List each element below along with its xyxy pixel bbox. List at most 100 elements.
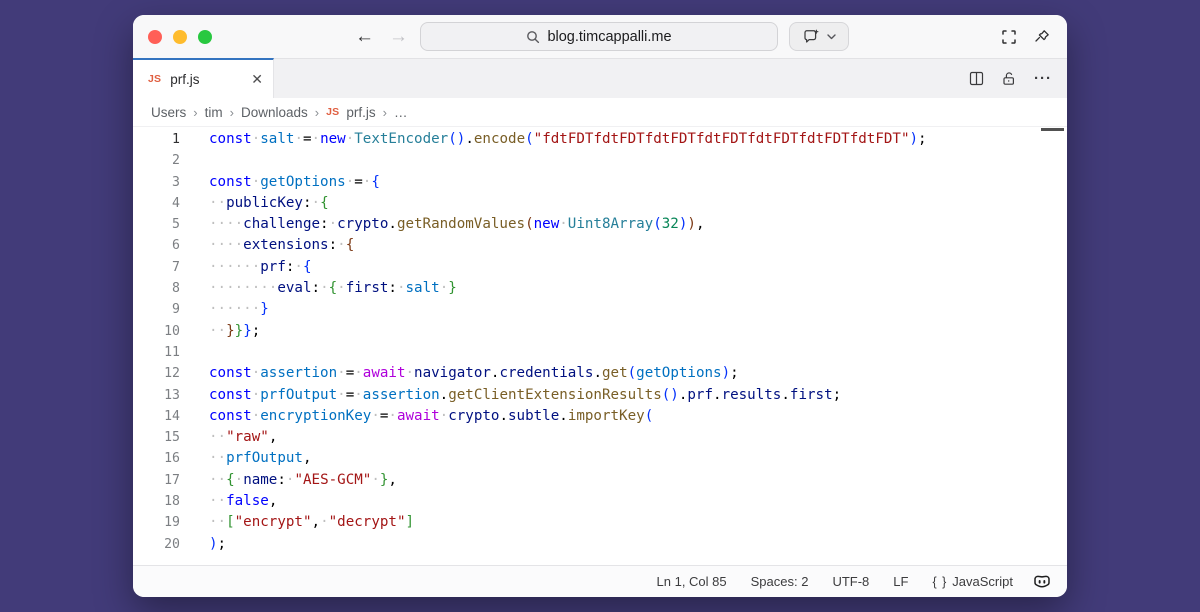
line-number[interactable]: 6 — [133, 235, 180, 256]
code-line[interactable]: 8 ········eval:·{·first:·salt·} — [133, 278, 1067, 299]
breadcrumb-item[interactable]: Downloads — [241, 105, 308, 120]
title-bar: ← → blog.timcappalli.me — [133, 15, 1067, 58]
line-number[interactable]: 14 — [133, 406, 180, 427]
code-text: ······} — [209, 299, 269, 320]
close-window-button[interactable] — [148, 30, 162, 44]
code-text: ····challenge:·crypto.getRandomValues(ne… — [209, 214, 704, 235]
code-line[interactable]: 18 ··false, — [133, 491, 1067, 512]
minimize-window-button[interactable] — [173, 30, 187, 44]
line-number[interactable]: 16 — [133, 448, 180, 469]
status-item[interactable]: Ln 1, Col 85 — [657, 574, 727, 589]
line-number[interactable]: 13 — [133, 385, 180, 406]
breadcrumb-item[interactable]: … — [394, 105, 408, 120]
code-line[interactable]: 6····extensions:·{ — [133, 235, 1067, 256]
status-item[interactable]: LF — [893, 574, 908, 589]
line-number[interactable]: 3 — [133, 172, 180, 193]
breadcrumb: Users›tim›Downloads›JSprf.js›… — [133, 98, 1067, 126]
line-number[interactable]: 20 — [133, 534, 180, 555]
status-item[interactable]: Spaces: 2 — [751, 574, 809, 589]
status-item[interactable]: UTF-8 — [832, 574, 869, 589]
code-line[interactable]: 15 ··"raw", — [133, 427, 1067, 448]
code-line[interactable]: 5 ····challenge:·crypto.getRandomValues(n… — [133, 214, 1067, 235]
code-line[interactable]: 12 const·assertion·=·await·navigator.cred… — [133, 363, 1067, 384]
tab-prf-js[interactable]: JS prf.js ✕ — [133, 58, 274, 98]
line-number[interactable]: 9 — [133, 299, 180, 320]
code-text: ········eval:·{·first:·salt·} — [209, 278, 457, 299]
line-number[interactable]: 19 — [133, 512, 180, 533]
back-icon[interactable]: ← — [355, 27, 374, 46]
code-text: ··["encrypt",·"decrypt"] — [209, 512, 414, 533]
chat-sparkle-icon — [803, 29, 820, 45]
code-text: const·encryptionKey·=·await·crypto.subtl… — [209, 406, 653, 427]
code-text: const·salt·=·new·TextEncoder().encode("f… — [209, 129, 927, 150]
code-text: ······prf:·{ — [209, 257, 312, 278]
maximize-window-button[interactable] — [198, 30, 212, 44]
status-bar: Ln 1, Col 85 Spaces: 2 UTF-8 LF { }JavaScrip… — [133, 565, 1067, 597]
code-line[interactable]: 10 ··}}}; — [133, 321, 1067, 342]
breadcrumb-separator: › — [193, 105, 197, 120]
code-text: const·getOptions·=·{ — [209, 172, 380, 193]
line-number[interactable]: 4 — [133, 193, 180, 214]
nav-arrows: ← → — [355, 15, 408, 58]
js-file-icon: JS — [148, 73, 161, 85]
code-editor[interactable]: 1 const·salt·=·new·TextEncoder().encode("… — [133, 126, 1067, 565]
code-line[interactable]: 7 ······prf:·{ — [133, 257, 1067, 278]
breadcrumb-item[interactable]: Users — [151, 105, 186, 120]
line-number[interactable]: 2 — [133, 150, 180, 171]
code-line[interactable]: 3 const·getOptions·=·{ — [133, 172, 1067, 193]
forward-icon[interactable]: → — [389, 27, 408, 46]
code-line[interactable]: 20); — [133, 534, 1067, 555]
code-text: ··publicKey:·{ — [209, 193, 329, 214]
overview-ruler[interactable] — [1039, 127, 1067, 565]
line-number[interactable]: 15 — [133, 427, 180, 448]
line-number[interactable]: 12 — [133, 363, 180, 384]
line-number[interactable]: 11 — [133, 342, 180, 363]
copilot-status-icon[interactable] — [1032, 573, 1052, 591]
line-number[interactable]: 8 — [133, 278, 180, 299]
breadcrumb-item[interactable]: tim — [205, 105, 223, 120]
code-line[interactable]: 19 ··["encrypt",·"decrypt"] — [133, 512, 1067, 533]
code-text: const·assertion·=·await·navigator.creden… — [209, 363, 739, 384]
status-item[interactable]: { }JavaScript — [932, 574, 1013, 589]
close-tab-icon[interactable]: ✕ — [251, 71, 263, 88]
unlock-icon[interactable] — [1001, 71, 1017, 87]
line-number[interactable]: 5 — [133, 214, 180, 235]
line-number[interactable]: 7 — [133, 257, 180, 278]
fullscreen-icon[interactable] — [1001, 29, 1017, 45]
js-file-icon: JS — [326, 106, 339, 118]
code-text: ··false, — [209, 491, 277, 512]
code-line[interactable]: 13const·prfOutput·=·assertion.getClientE… — [133, 385, 1067, 406]
code-text: ··prfOutput, — [209, 448, 312, 469]
code-text: ··"raw", — [209, 427, 277, 448]
search-icon — [526, 30, 540, 44]
code-text: ··}}}; — [209, 321, 260, 342]
code-text: ··{·name:·"AES-GCM"·}, — [209, 470, 397, 491]
line-number[interactable]: 1 — [133, 129, 180, 150]
code-line[interactable]: 14 const·encryptionKey·=·await·crypto.sub… — [133, 406, 1067, 427]
code-line[interactable]: 9 ······} — [133, 299, 1067, 320]
statusbar-items: Ln 1, Col 85 Spaces: 2 UTF-8 LF { }JavaScrip… — [657, 574, 1013, 589]
split-editor-icon[interactable] — [969, 71, 984, 86]
cursor-position-marker — [1041, 128, 1064, 131]
code-line[interactable]: 1 const·salt·=·new·TextEncoder().encode("… — [133, 129, 1067, 150]
code-line[interactable]: 4 ··publicKey:·{ — [133, 193, 1067, 214]
traffic-lights — [148, 30, 212, 44]
code-line[interactable]: 17 ··{·name:·"AES-GCM"·}, — [133, 470, 1067, 491]
line-number[interactable]: 10 — [133, 321, 180, 342]
tab-label: prf.js — [170, 72, 242, 87]
copilot-button[interactable] — [789, 22, 849, 51]
code-line[interactable]: 16 ··prfOutput, — [133, 448, 1067, 469]
breadcrumb-item[interactable]: prf.js — [346, 105, 375, 120]
tab-bar: JS prf.js ✕ ··· — [133, 58, 1067, 98]
code-line[interactable]: 2 — [133, 150, 1067, 171]
line-number[interactable]: 18 — [133, 491, 180, 512]
browser-window: ← → blog.timcappalli.me — [133, 15, 1067, 597]
chevron-down-icon — [827, 34, 836, 40]
url-text: blog.timcappalli.me — [547, 29, 671, 45]
line-number[interactable]: 17 — [133, 470, 180, 491]
breadcrumb-separator: › — [230, 105, 234, 120]
address-bar[interactable]: blog.timcappalli.me — [420, 22, 778, 51]
more-actions-icon[interactable]: ··· — [1034, 70, 1052, 87]
pin-icon[interactable] — [1034, 29, 1051, 45]
code-line[interactable]: 11 — [133, 342, 1067, 363]
